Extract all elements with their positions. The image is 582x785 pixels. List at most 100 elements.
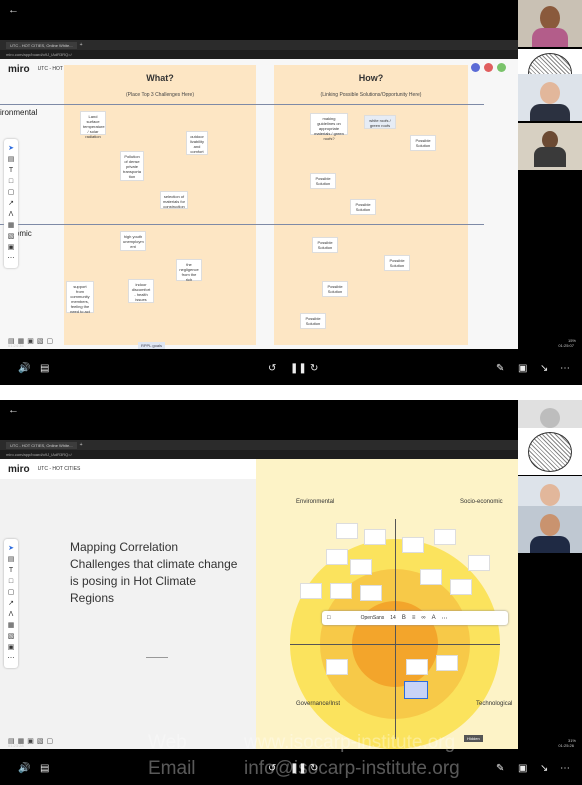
sticky-note[interactable] bbox=[404, 681, 428, 699]
sticky-note-tool-icon[interactable]: □ bbox=[9, 576, 13, 587]
video-icon[interactable]: ▢ bbox=[47, 738, 57, 745]
speaker-icon[interactable]: 🔊 bbox=[18, 363, 30, 374]
forward-30-icon[interactable]: ↻ bbox=[310, 363, 318, 374]
back-arrow-icon[interactable]: ← bbox=[8, 404, 19, 416]
bold-icon[interactable]: B bbox=[402, 615, 406, 621]
more-options-icon[interactable]: ⋯ bbox=[442, 615, 448, 622]
card-icon[interactable]: ▣ bbox=[27, 338, 37, 345]
frame-label[interactable]: RPPL goals bbox=[138, 342, 165, 349]
sticky-note[interactable]: Possible Solution bbox=[300, 313, 326, 329]
sticky-note[interactable]: the negligence from the rich bbox=[176, 259, 202, 282]
shape-format-icon[interactable]: □ bbox=[327, 615, 331, 621]
font-dropdown[interactable]: OpenSans bbox=[361, 615, 385, 621]
frame-tool-icon[interactable]: ▧ bbox=[8, 631, 15, 642]
sticky-note[interactable]: Possible Solution bbox=[410, 135, 436, 151]
pause-icon[interactable]: ❚❚ bbox=[290, 363, 307, 374]
sticky-note[interactable] bbox=[350, 559, 372, 575]
pencil-icon[interactable]: ✎ bbox=[496, 763, 504, 774]
sticky-note-tool-icon[interactable]: □ bbox=[9, 176, 13, 187]
picture-in-picture-icon[interactable]: ▣ bbox=[518, 763, 527, 774]
comment-tool-icon[interactable]: ▦ bbox=[8, 620, 15, 631]
sticky-note[interactable] bbox=[468, 555, 490, 571]
video-icon[interactable]: ▢ bbox=[47, 338, 57, 345]
line-tool-icon[interactable]: ↗ bbox=[8, 598, 14, 609]
participant-video[interactable] bbox=[518, 74, 582, 121]
sticky-note[interactable] bbox=[326, 549, 348, 565]
exit-fullscreen-icon[interactable]: ↘ bbox=[540, 363, 548, 374]
template-tool-icon[interactable]: ▤ bbox=[8, 154, 15, 165]
sticky-note[interactable]: selection of materials for construction bbox=[160, 191, 188, 209]
rewind-10-icon[interactable]: ↺ bbox=[268, 363, 276, 374]
frame-tool-icon[interactable]: ▧ bbox=[8, 231, 15, 242]
sticky-note[interactable]: Possible Solution bbox=[310, 173, 336, 189]
browser-tab[interactable]: UTC - HOT CITIES, Online White... bbox=[6, 441, 77, 449]
text-tool-icon[interactable]: T bbox=[9, 565, 13, 576]
sticky-note[interactable]: support from community members, feeling … bbox=[66, 281, 94, 314]
board-name[interactable]: UTC - HOT CITIES bbox=[38, 466, 81, 472]
browser-tab[interactable]: UTC - HOT CITIES, Online White... bbox=[6, 41, 77, 49]
hidden-badge[interactable]: Hidden bbox=[464, 735, 483, 742]
sticky-note[interactable] bbox=[434, 529, 456, 545]
captions-icon[interactable]: ▤ bbox=[40, 763, 49, 774]
select-tool-icon[interactable]: ➤ bbox=[8, 143, 14, 154]
sticky-note[interactable] bbox=[406, 659, 428, 675]
pen-tool-icon[interactable]: Λ bbox=[9, 209, 14, 220]
avatar[interactable] bbox=[471, 63, 480, 72]
chat-icon[interactable]: ▧ bbox=[37, 738, 47, 745]
sticky-note[interactable]: white roofs / green roofs bbox=[364, 115, 396, 129]
more-icon[interactable]: ⋯ bbox=[560, 363, 570, 374]
upload-tool-icon[interactable]: ▣ bbox=[8, 242, 15, 253]
pen-tool-icon[interactable]: Λ bbox=[9, 609, 14, 620]
url-bar[interactable]: miro.com/app/board/o9J_lAdR3RQ=/ bbox=[0, 50, 518, 59]
shape-tool-icon[interactable]: ▢ bbox=[8, 187, 15, 198]
link-icon[interactable]: ∞ bbox=[421, 615, 425, 621]
comment-tool-icon[interactable]: ▦ bbox=[8, 220, 15, 231]
exit-fullscreen-icon[interactable]: ↘ bbox=[540, 763, 548, 774]
sticky-note[interactable]: Possible Solution bbox=[312, 237, 338, 253]
sticky-note[interactable] bbox=[330, 583, 352, 599]
align-icon[interactable]: ≡ bbox=[412, 615, 416, 621]
sticky-note[interactable]: indoor discomfort - health issues bbox=[128, 279, 154, 303]
pencil-icon[interactable]: ✎ bbox=[496, 363, 504, 374]
sticky-note[interactable]: Land surface temperature / solar radiati… bbox=[80, 111, 106, 139]
template-tool-icon[interactable]: ▤ bbox=[8, 554, 15, 565]
line-tool-icon[interactable]: ↗ bbox=[8, 198, 14, 209]
sticky-note[interactable] bbox=[336, 523, 358, 539]
sticky-note[interactable] bbox=[364, 529, 386, 545]
speaker-icon[interactable]: 🔊 bbox=[18, 763, 30, 774]
back-arrow-icon[interactable]: ← bbox=[8, 4, 19, 16]
avatar[interactable] bbox=[497, 63, 506, 72]
more-tools-icon[interactable]: ⋯ bbox=[8, 253, 15, 264]
card-icon[interactable]: ▣ bbox=[27, 738, 37, 745]
sticky-note[interactable] bbox=[402, 537, 424, 553]
sticky-note[interactable]: Possible Solution bbox=[350, 199, 376, 215]
avatar[interactable] bbox=[484, 63, 493, 72]
sticky-note[interactable] bbox=[436, 655, 458, 671]
chat-icon[interactable]: ▧ bbox=[37, 338, 47, 345]
sticky-note[interactable]: making guidelines on appropriate materia… bbox=[310, 113, 348, 141]
sticky-note[interactable] bbox=[326, 659, 348, 675]
font-size-input[interactable]: 14 bbox=[390, 615, 396, 621]
sticky-note[interactable]: Pollution of dense private transporta ti… bbox=[120, 151, 144, 181]
sticky-note[interactable] bbox=[360, 585, 382, 601]
upload-tool-icon[interactable]: ▣ bbox=[8, 642, 15, 653]
sticky-note[interactable] bbox=[450, 579, 472, 595]
sticky-note[interactable] bbox=[420, 569, 442, 585]
url-bar[interactable]: miro.com/app/board/o9J_lAdR3RQ=/ bbox=[0, 450, 518, 459]
sticky-note[interactable]: high youth unemploym ent bbox=[120, 231, 146, 251]
sticky-note[interactable]: Possible Solution bbox=[322, 281, 348, 297]
picture-in-picture-icon[interactable]: ▣ bbox=[518, 363, 527, 374]
shape-tool-icon[interactable]: ▢ bbox=[8, 587, 15, 598]
text-color-icon[interactable]: A bbox=[432, 615, 436, 621]
participant-video[interactable] bbox=[518, 506, 582, 553]
sticky-note[interactable] bbox=[300, 583, 322, 599]
participant-avatar[interactable] bbox=[518, 428, 582, 475]
select-tool-icon[interactable]: ➤ bbox=[8, 543, 14, 554]
captions-icon[interactable]: ▤ bbox=[40, 363, 49, 374]
participant-video[interactable] bbox=[518, 0, 582, 47]
text-tool-icon[interactable]: T bbox=[9, 165, 13, 176]
more-tools-icon[interactable]: ⋯ bbox=[8, 653, 15, 664]
new-tab-icon[interactable]: + bbox=[80, 442, 83, 448]
sticky-note[interactable]: outdoor livability and comfort bbox=[186, 131, 208, 155]
participant-video[interactable] bbox=[518, 123, 582, 170]
